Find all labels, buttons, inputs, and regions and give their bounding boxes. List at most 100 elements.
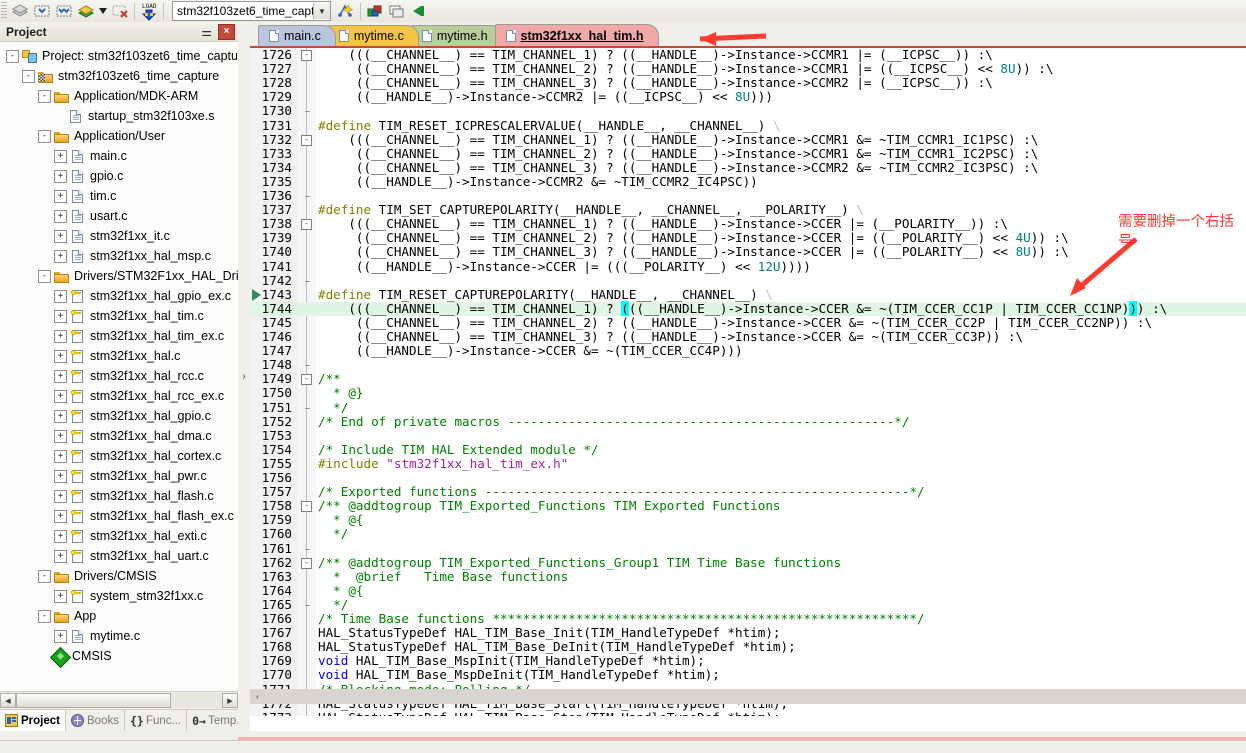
fold-collapse-icon[interactable]: -	[301, 50, 312, 61]
dropdown-arrow-icon[interactable]	[97, 1, 109, 21]
project-bottom-tabs[interactable]: Project Books{} Func... 0→ Temp...	[0, 709, 252, 731]
code-line[interactable]: 1738- (((__CHANNEL__) == TIM_CHANNEL_1) …	[250, 217, 1246, 231]
code-line[interactable]: 1747 ((__HANDLE__)->Instance->CCER &= ~(…	[250, 343, 1246, 358]
tree-item[interactable]: + stm32f1xx_hal_uart.c	[0, 546, 238, 566]
code-line[interactable]: 1754 /* Include TIM HAL Extended module *…	[250, 442, 1246, 457]
code-line[interactable]: 1761	[250, 541, 1246, 556]
tree-item[interactable]: - stm32f103zet6_time_capture	[0, 66, 238, 86]
tree-item[interactable]: + system_stm32f1xx.c	[0, 586, 238, 606]
tree-expander[interactable]: +	[54, 409, 67, 423]
code-line[interactable]: 1728 ((__CHANNEL__) == TIM_CHANNEL_3) ? …	[250, 76, 1246, 90]
tree-item[interactable]: + stm32f1xx_hal_flash.c	[0, 486, 238, 506]
tree-expander[interactable]: +	[54, 549, 67, 563]
close-icon[interactable]: ×	[218, 23, 235, 40]
editor-tab-main-c[interactable]: main.c	[258, 25, 336, 46]
code-line[interactable]: 1741 ((__HANDLE__)->Instance->CCER |= ((…	[250, 259, 1246, 274]
tree-expander[interactable]: +	[54, 249, 67, 263]
tree-expander[interactable]: +	[54, 509, 67, 523]
tree-item[interactable]: + main.c	[0, 146, 238, 166]
tree-expander[interactable]: +	[54, 449, 67, 463]
fold-collapse-icon[interactable]: -	[301, 374, 312, 386]
code-line[interactable]: 1766 /* Time Base functions *************…	[250, 611, 1246, 626]
code-line[interactable]: 1750 * @}	[250, 386, 1246, 400]
tree-item[interactable]: - App	[0, 606, 238, 626]
tree-item[interactable]: + stm32f1xx_it.c	[0, 226, 238, 246]
editor-horizontal-scrollbar[interactable]: ‹	[250, 689, 1246, 704]
code-line[interactable]: 1729 ((__HANDLE__)->Instance->CCMR2 |= (…	[250, 90, 1246, 104]
tree-expander[interactable]: +	[54, 629, 67, 643]
tree-expander[interactable]: +	[54, 589, 67, 603]
tree-expander[interactable]: +	[54, 429, 67, 443]
editor-scroll-left-icon[interactable]: ‹	[250, 689, 265, 704]
tree-expander[interactable]: +	[54, 309, 67, 323]
project-horizontal-scrollbar[interactable]: ◀ ▶	[0, 691, 238, 709]
code-line[interactable]: 1758-/** @addtogroup TIM_Exported_Functi…	[250, 499, 1246, 513]
code-line[interactable]: 1743 #define TIM_RESET_CAPTUREPOLARITY(__…	[250, 287, 1246, 302]
tree-expander[interactable]: +	[54, 149, 67, 163]
stop-build-icon[interactable]	[109, 1, 131, 21]
bottom-tab-project[interactable]: Project	[0, 710, 66, 731]
code-line[interactable]: 1730	[250, 104, 1246, 118]
scrollbar-track[interactable]	[16, 693, 222, 708]
code-line[interactable]: 1752 /* End of private macros -----------…	[250, 414, 1246, 429]
translate-icon[interactable]	[75, 1, 97, 21]
editor-tab-mytime-c[interactable]: mytime.c	[327, 25, 419, 46]
tree-expander[interactable]: -	[38, 569, 51, 583]
toolbar-grip[interactable]	[1, 2, 7, 20]
tree-expander[interactable]: +	[54, 349, 67, 363]
tree-item[interactable]: + mytime.c	[0, 626, 238, 646]
tree-item[interactable]: - Project: stm32f103zet6_time_capture	[0, 46, 238, 66]
tree-expander[interactable]: +	[54, 469, 67, 483]
code-line[interactable]: 1726- (((__CHANNEL__) == TIM_CHANNEL_1) …	[250, 48, 1246, 62]
tree-item[interactable]: + stm32f1xx_hal_tim.c	[0, 306, 238, 326]
tree-expander[interactable]: -	[38, 129, 51, 143]
code-line[interactable]: 1735 ((__HANDLE__)->Instance->CCMR2 &= ~…	[250, 174, 1246, 189]
manage-runtime-icon[interactable]	[364, 1, 386, 21]
bottom-tab-func[interactable]: {} Func...	[125, 710, 188, 731]
tree-item[interactable]: + stm32f1xx_hal.c	[0, 346, 238, 366]
bottom-tab-books[interactable]: Books	[66, 710, 125, 731]
tree-expander[interactable]: +	[54, 169, 67, 183]
batch-build-icon[interactable]	[9, 1, 31, 21]
tree-item[interactable]: + stm32f1xx_hal_gpio_ex.c	[0, 286, 238, 306]
tree-item[interactable]: + gpio.c	[0, 166, 238, 186]
build-target-icon[interactable]	[31, 1, 53, 21]
tree-item[interactable]: - Drivers/CMSIS	[0, 566, 238, 586]
code-line[interactable]: 1760 */	[250, 527, 1246, 541]
tree-item[interactable]: CMSIS	[0, 646, 238, 668]
fold-collapse-icon[interactable]: -	[301, 501, 312, 513]
tree-item[interactable]: + stm32f1xx_hal_flash_ex.c	[0, 506, 238, 526]
code-line[interactable]: 1773 HAL_StatusTypeDef HAL_TIM_Base_Stop(…	[250, 710, 1246, 716]
fold-collapse-icon[interactable]: -	[301, 134, 312, 146]
fold-collapse-icon[interactable]: -	[301, 219, 312, 231]
window-tile-icon[interactable]	[386, 1, 408, 21]
code-line[interactable]: 1751 */	[250, 400, 1246, 415]
code-text[interactable]: 1726- (((__CHANNEL__) == TIM_CHANNEL_1) …	[250, 48, 1246, 716]
tree-expander[interactable]: +	[54, 209, 67, 223]
tree-item[interactable]: + stm32f1xx_hal_gpio.c	[0, 406, 238, 426]
scrollbar-thumb[interactable]	[16, 693, 171, 708]
target-options-icon[interactable]	[335, 1, 357, 21]
tree-item[interactable]: + usart.c	[0, 206, 238, 226]
tree-item[interactable]: + stm32f1xx_hal_msp.c	[0, 246, 238, 266]
tree-item[interactable]: + stm32f1xx_hal_rcc.c	[0, 366, 238, 386]
tree-item[interactable]: - Application/User	[0, 126, 238, 146]
code-line[interactable]: 1764 * @{	[250, 583, 1246, 598]
tree-item[interactable]: + stm32f1xx_hal_dma.c	[0, 426, 238, 446]
code-line[interactable]: 1733 ((__CHANNEL__) == TIM_CHANNEL_2) ? …	[250, 146, 1246, 161]
tree-expander[interactable]: +	[54, 329, 67, 343]
tree-item[interactable]: + stm32f1xx_hal_cortex.c	[0, 446, 238, 466]
code-line[interactable]: 1727 ((__CHANNEL__) == TIM_CHANNEL_2) ? …	[250, 61, 1246, 76]
chevron-down-icon[interactable]: ▼	[313, 3, 330, 19]
code-editor[interactable]: 1726- (((__CHANNEL__) == TIM_CHANNEL_1) …	[250, 48, 1246, 716]
code-line[interactable]: 1767 HAL_StatusTypeDef HAL_TIM_Base_Init(…	[250, 625, 1246, 640]
code-line[interactable]: 1744 (((__CHANNEL__) == TIM_CHANNEL_1) ?…	[250, 300, 1246, 316]
tree-expander[interactable]: -	[6, 49, 19, 63]
code-line[interactable]: 1762-/** @addtogroup TIM_Exported_Functi…	[250, 555, 1246, 570]
tree-item[interactable]: - Application/MDK-ARM	[0, 86, 238, 106]
code-line[interactable]: 1749-/**	[250, 372, 1246, 386]
code-line[interactable]: 1753	[250, 428, 1246, 443]
target-selector[interactable]: stm32f103zet6_time_capt ▼	[172, 1, 331, 21]
tree-expander[interactable]: +	[54, 229, 67, 243]
code-line[interactable]: 1765 */	[250, 597, 1246, 612]
